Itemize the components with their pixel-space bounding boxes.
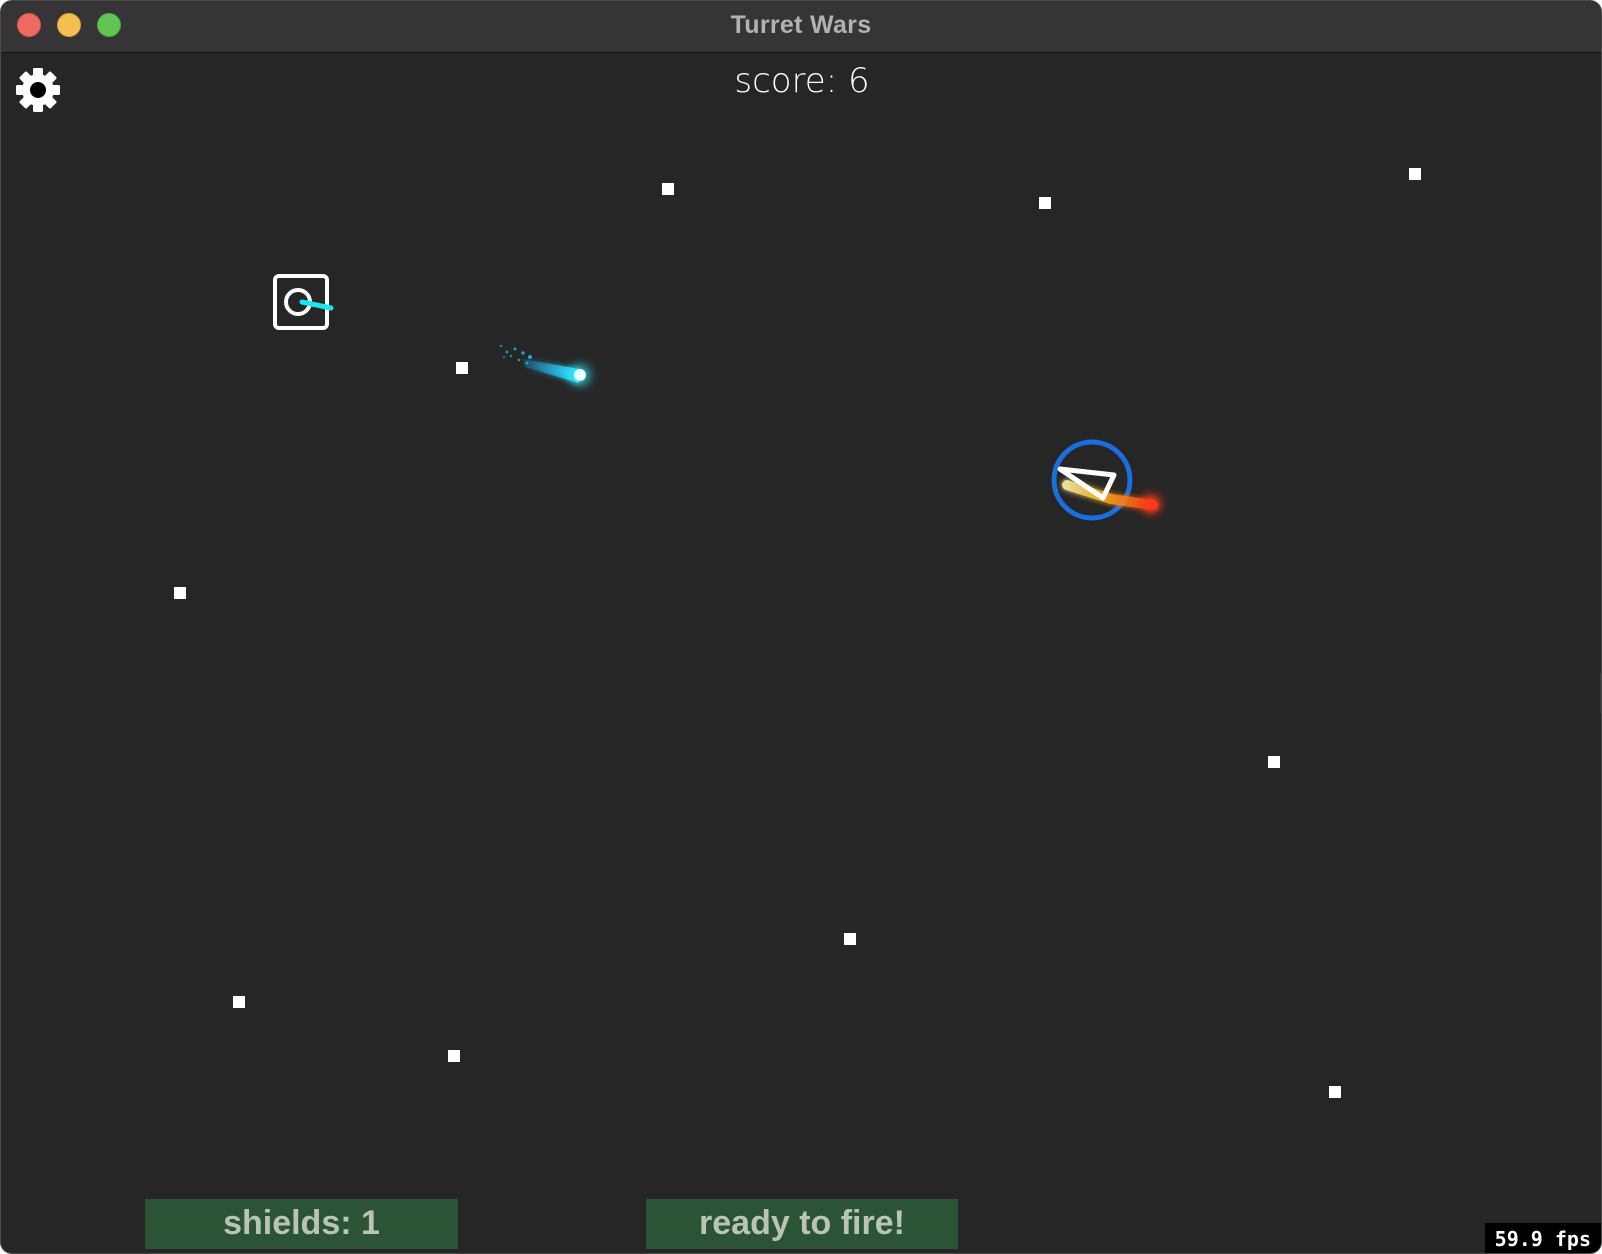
title-bar[interactable]: Turret Wars <box>1 1 1601 53</box>
asteroid <box>844 933 856 945</box>
asteroid <box>174 587 186 599</box>
asteroid <box>456 362 468 374</box>
asteroid <box>1329 1086 1341 1098</box>
asteroid <box>662 183 674 195</box>
asteroid <box>448 1050 460 1062</box>
window-title: Turret Wars <box>730 11 872 39</box>
asteroid <box>1268 756 1280 768</box>
asteroid <box>1039 197 1051 209</box>
game-window: Turret Wars score: 6 shields: 1 ready to… <box>0 0 1602 1254</box>
player-projectile <box>499 344 590 385</box>
enemy-ship <box>1051 439 1160 521</box>
asteroid <box>1409 168 1421 180</box>
score-display: score: 6 <box>734 61 870 101</box>
fps-counter: 59.9 fps <box>1484 1223 1601 1253</box>
playfield[interactable] <box>1 53 1602 1254</box>
player-turret <box>273 274 334 330</box>
fire-status-indicator: ready to fire! <box>646 1199 958 1249</box>
game-canvas[interactable]: score: 6 shields: 1 ready to fire! 59.9 … <box>1 53 1602 1254</box>
asteroid <box>233 996 245 1008</box>
asteroid-field <box>174 168 1421 1098</box>
shields-indicator: shields: 1 <box>145 1199 458 1249</box>
